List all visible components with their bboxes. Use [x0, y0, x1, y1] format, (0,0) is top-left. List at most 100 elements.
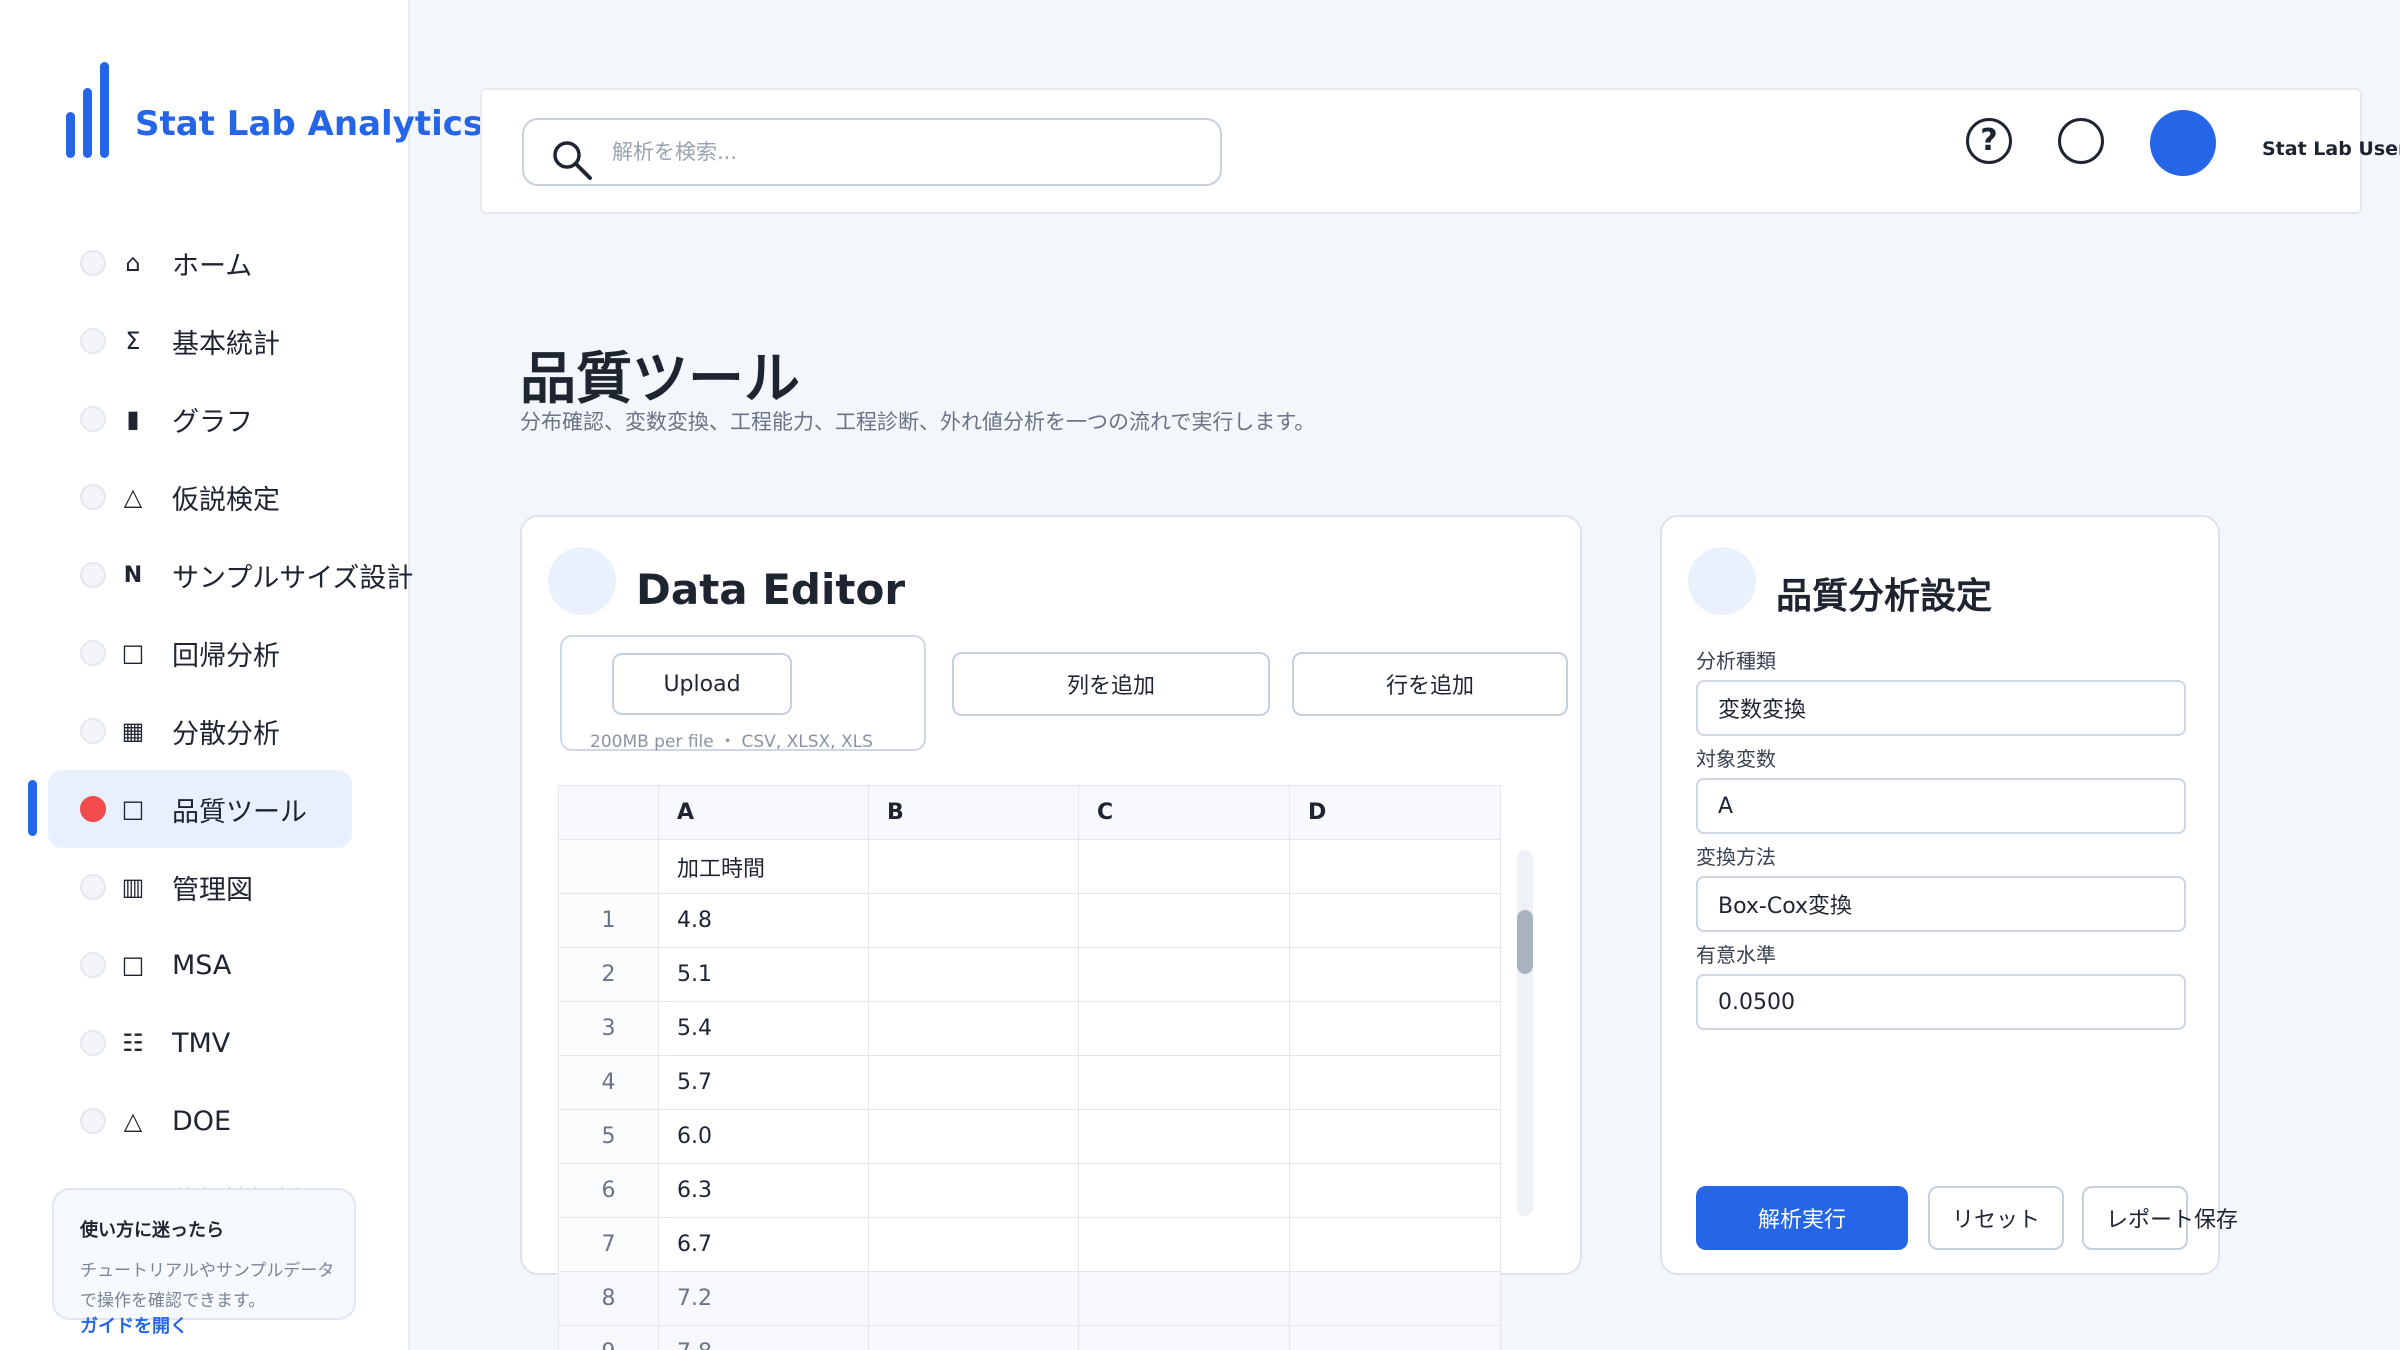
table-cell[interactable]: [1078, 1325, 1290, 1350]
table-cell[interactable]: [868, 839, 1079, 894]
table-cell[interactable]: [868, 1271, 1079, 1326]
avatar[interactable]: [2150, 110, 2216, 176]
transform-method-select[interactable]: Box-Cox変換: [1696, 876, 2186, 932]
upload-button[interactable]: Upload: [612, 653, 792, 715]
column-header[interactable]: C: [1078, 785, 1290, 840]
page-title: 品質ツール: [520, 347, 800, 412]
list-icon: ☷: [122, 1029, 144, 1057]
sidebar-item-msa[interactable]: □ MSA: [48, 926, 352, 1004]
grid-icon: ▦: [121, 717, 145, 745]
table-row: 1 4.8: [558, 893, 1501, 948]
table-cell[interactable]: [1078, 1271, 1290, 1326]
home-icon: ⌂: [125, 249, 141, 277]
table-cell[interactable]: 加工時間: [658, 839, 869, 894]
save-report-button[interactable]: レポート保存: [2082, 1186, 2238, 1250]
sidebar-item-label: 品質ツール: [172, 796, 307, 828]
table-cell[interactable]: 4.8: [658, 893, 869, 948]
table-cell[interactable]: [868, 947, 1079, 1002]
table-cell[interactable]: 5.7: [658, 1055, 869, 1110]
sidebar-item-doe[interactable]: △ DOE: [48, 1082, 352, 1160]
sidebar-item-control-chart[interactable]: ▥ 管理図: [48, 848, 352, 926]
table-cell[interactable]: 6.3: [658, 1163, 869, 1218]
table-cell[interactable]: [1078, 1109, 1290, 1164]
table-cell[interactable]: [1289, 947, 1501, 1002]
add-row-button[interactable]: 行を追加: [1292, 652, 1568, 716]
target-variable-select[interactable]: A: [1696, 778, 2186, 834]
search-box[interactable]: [522, 118, 1222, 186]
help-icon[interactable]: ?: [1966, 118, 2012, 164]
sidebar-item-anova[interactable]: ▦ 分散分析: [48, 692, 352, 770]
table-cell[interactable]: [868, 1217, 1079, 1272]
settings-title: 品質分析設定: [1776, 576, 1993, 617]
table-cell[interactable]: 6.0: [658, 1109, 869, 1164]
table-cell[interactable]: [1078, 839, 1290, 894]
column-header[interactable]: B: [868, 785, 1079, 840]
sidebar-item-quality-tools[interactable]: □ 品質ツール: [48, 770, 352, 848]
reset-button[interactable]: リセット: [1928, 1186, 2064, 1250]
column-header-row: A B C D: [558, 785, 1501, 840]
notification-icon[interactable]: [2058, 118, 2104, 164]
sidebar-item-sample-size[interactable]: N サンプルサイズ設計: [48, 536, 413, 614]
table-cell[interactable]: 5.1: [658, 947, 869, 1002]
table-scrollbar[interactable]: [1517, 850, 1533, 1216]
column-header[interactable]: D: [1289, 785, 1501, 840]
table-cell[interactable]: [1289, 893, 1501, 948]
table-cell[interactable]: [1289, 1325, 1501, 1350]
table-cell[interactable]: [1078, 947, 1290, 1002]
sidebar-item-home[interactable]: ⌂ ホーム: [48, 224, 352, 302]
help-text: チュートリアルやサンプルデータで操作を確認できます。: [80, 1261, 335, 1311]
sigma-icon: Σ: [125, 327, 141, 355]
sidebar-item-label: 分散分析: [172, 718, 280, 750]
table-cell[interactable]: [1289, 1271, 1501, 1326]
search-input[interactable]: [612, 134, 1202, 170]
card-badge-icon: [1688, 547, 1756, 615]
sidebar-item-label: 回帰分析: [172, 640, 280, 672]
status-dot: [80, 1030, 106, 1056]
brand[interactable]: Stat Lab Analytics: [66, 62, 483, 158]
editor-title: Data Editor: [636, 565, 906, 614]
analysis-type-select[interactable]: 変数変換: [1696, 680, 2186, 736]
table-cell[interactable]: [1289, 1055, 1501, 1110]
row-number: 2: [558, 947, 659, 1002]
table-cell[interactable]: [1078, 893, 1290, 948]
sidebar-item-regression[interactable]: □ 回帰分析: [48, 614, 352, 692]
upload-dropzone[interactable]: Upload 200MB per file ・ CSV, XLSX, XLS: [560, 635, 926, 752]
table-cell[interactable]: [868, 1325, 1079, 1350]
sidebar-item-basic-stats[interactable]: Σ 基本統計: [48, 302, 352, 380]
table-cell[interactable]: [1289, 1217, 1501, 1272]
table-cell[interactable]: [868, 1055, 1079, 1110]
table-cell[interactable]: 7.2: [658, 1271, 869, 1326]
add-column-button[interactable]: 列を追加: [952, 652, 1270, 716]
guide-link[interactable]: ガイドを開く: [80, 1312, 188, 1338]
table-cell[interactable]: [1078, 1217, 1290, 1272]
table-cell[interactable]: [868, 1163, 1079, 1218]
scrollbar-thumb[interactable]: [1517, 910, 1533, 974]
table-cell[interactable]: [1289, 839, 1501, 894]
column-header[interactable]: A: [658, 785, 869, 840]
table-row: 3 5.4: [558, 1001, 1501, 1056]
table-cell[interactable]: 7.8: [658, 1325, 869, 1350]
sidebar-item-tmv[interactable]: ☷ TMV: [48, 1004, 352, 1082]
table-cell[interactable]: [868, 1001, 1079, 1056]
sidebar-item-label: 仮説検定: [172, 484, 280, 516]
table-cell[interactable]: [1289, 1109, 1501, 1164]
sidebar-item-graph[interactable]: ▮ グラフ: [48, 380, 352, 458]
user-name[interactable]: Stat Lab User: [2262, 138, 2400, 160]
square-icon: □: [121, 951, 145, 979]
sidebar-item-hypothesis-test[interactable]: △ 仮説検定: [48, 458, 352, 536]
table-cell[interactable]: [1078, 1163, 1290, 1218]
table-cell[interactable]: 6.7: [658, 1217, 869, 1272]
table-row: 5 6.0: [558, 1109, 1501, 1164]
table-cell[interactable]: 5.4: [658, 1001, 869, 1056]
run-analysis-button[interactable]: 解析実行: [1696, 1186, 1908, 1250]
table-cell[interactable]: [868, 893, 1079, 948]
table-cell[interactable]: [868, 1109, 1079, 1164]
significance-level-input[interactable]: 0.0500: [1696, 974, 2186, 1030]
chart-icon: ▥: [121, 873, 145, 901]
table-cell[interactable]: [1078, 1055, 1290, 1110]
help-card: 使い方に迷ったら チュートリアルやサンプルデータで操作を確認できます。 ガイドを…: [52, 1188, 356, 1337]
triangle-icon: △: [123, 483, 143, 511]
table-cell[interactable]: [1078, 1001, 1290, 1056]
table-cell[interactable]: [1289, 1163, 1501, 1218]
table-cell[interactable]: [1289, 1001, 1501, 1056]
